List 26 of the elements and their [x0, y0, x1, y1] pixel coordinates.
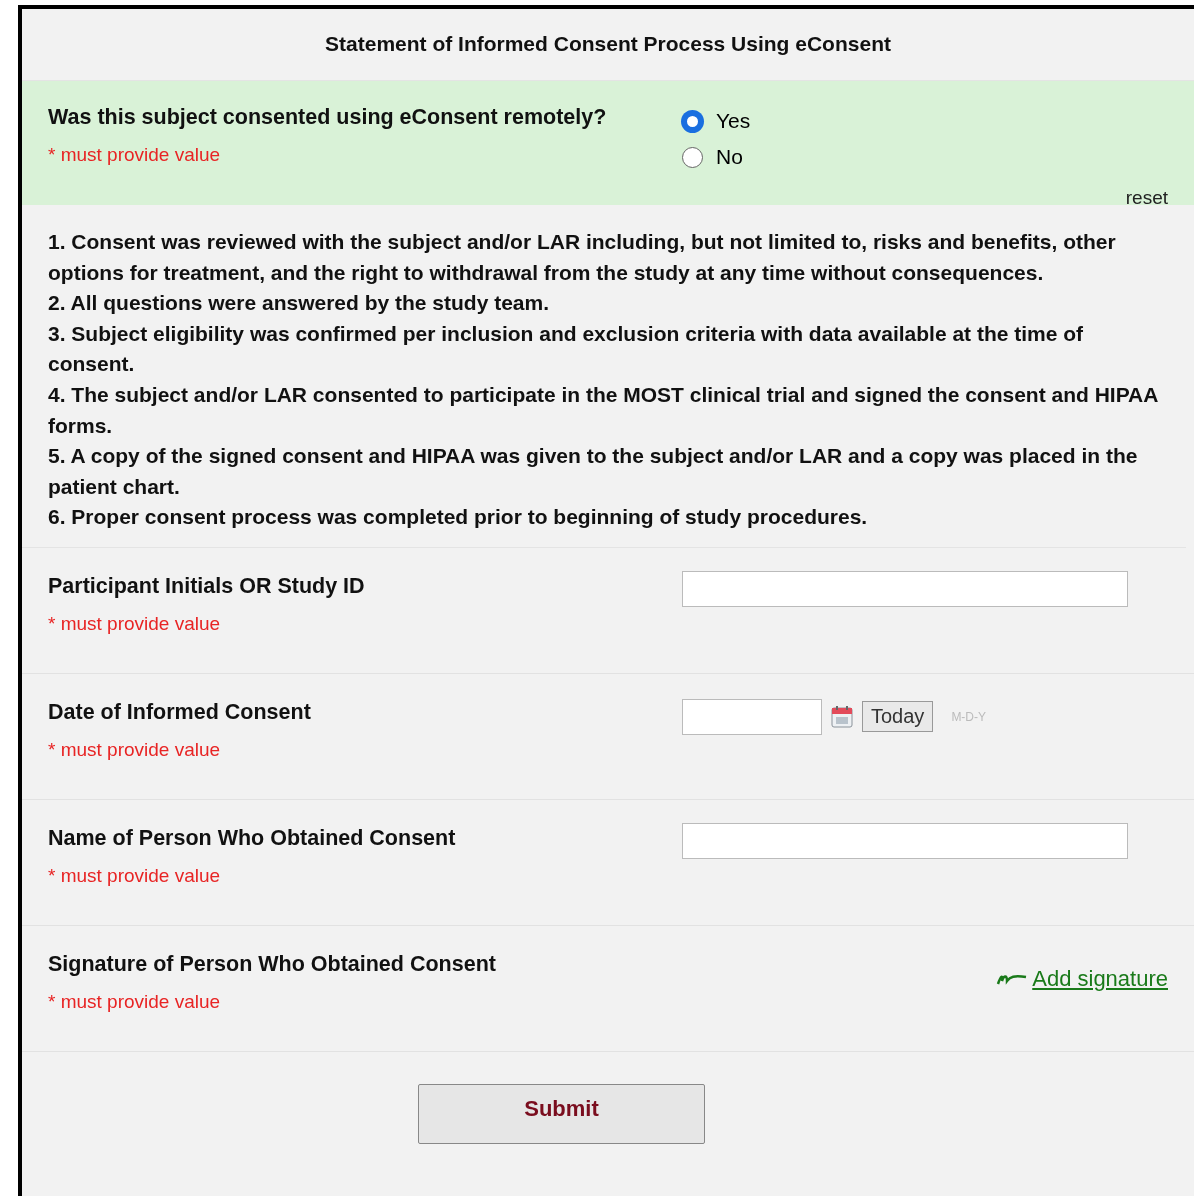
- calendar-icon[interactable]: [830, 704, 854, 729]
- submit-button[interactable]: Submit: [418, 1083, 705, 1144]
- reset-link[interactable]: reset: [1125, 187, 1168, 209]
- add-signature-link[interactable]: Add signature: [1032, 965, 1168, 992]
- field-label: Participant Initials OR Study ID: [48, 573, 366, 599]
- required-note: * must provide value: [48, 612, 222, 635]
- statement-text: 2. All questions were answered by the study team.: [48, 290, 551, 317]
- radio-icon[interactable]: [682, 110, 703, 132]
- statement-text: 4. The subject and/or LAR consented to participate in the MOST clinical trial and signed the consent and HIPAA forms.: [48, 381, 1159, 439]
- text-field[interactable]: [682, 570, 1128, 607]
- field-label: Signature of Person Who Obtained Consent: [48, 951, 497, 977]
- date-field[interactable]: [682, 698, 822, 735]
- required-note: * must provide value: [48, 144, 222, 166]
- field-label: Name of Person Who Obtained Consent: [48, 825, 457, 851]
- required-note: * must provide value: [48, 864, 222, 887]
- statement-text: 1. Consent was reviewed with the subject and/or LAR including, but not limited to, risks and benefits, other options for treatment, and the right to withdrawal from the study at any time without consequences.: [48, 229, 1117, 286]
- field-label: Date of Informed Consent: [48, 699, 312, 725]
- statement-text: 6. Proper consent process was completed prior to beginning of study procedures.: [48, 504, 869, 531]
- statement-text: 3. Subject eligibility was confirmed per inclusion and exclusion criteria with data available at the time of consent.: [48, 320, 1085, 378]
- required-note: * must provide value: [48, 738, 222, 761]
- today-button[interactable]: Today: [862, 701, 934, 733]
- radio-icon[interactable]: [682, 146, 703, 168]
- text-field[interactable]: [682, 822, 1128, 859]
- required-note: * must provide value: [48, 990, 222, 1013]
- statement-text: 5. A copy of the signed consent and HIPAA was given to the subject and/or LAR and a copy was placed in the patient chart.: [48, 443, 1139, 500]
- question-label: Was this subject consented using eConsent remotely?: [48, 105, 608, 130]
